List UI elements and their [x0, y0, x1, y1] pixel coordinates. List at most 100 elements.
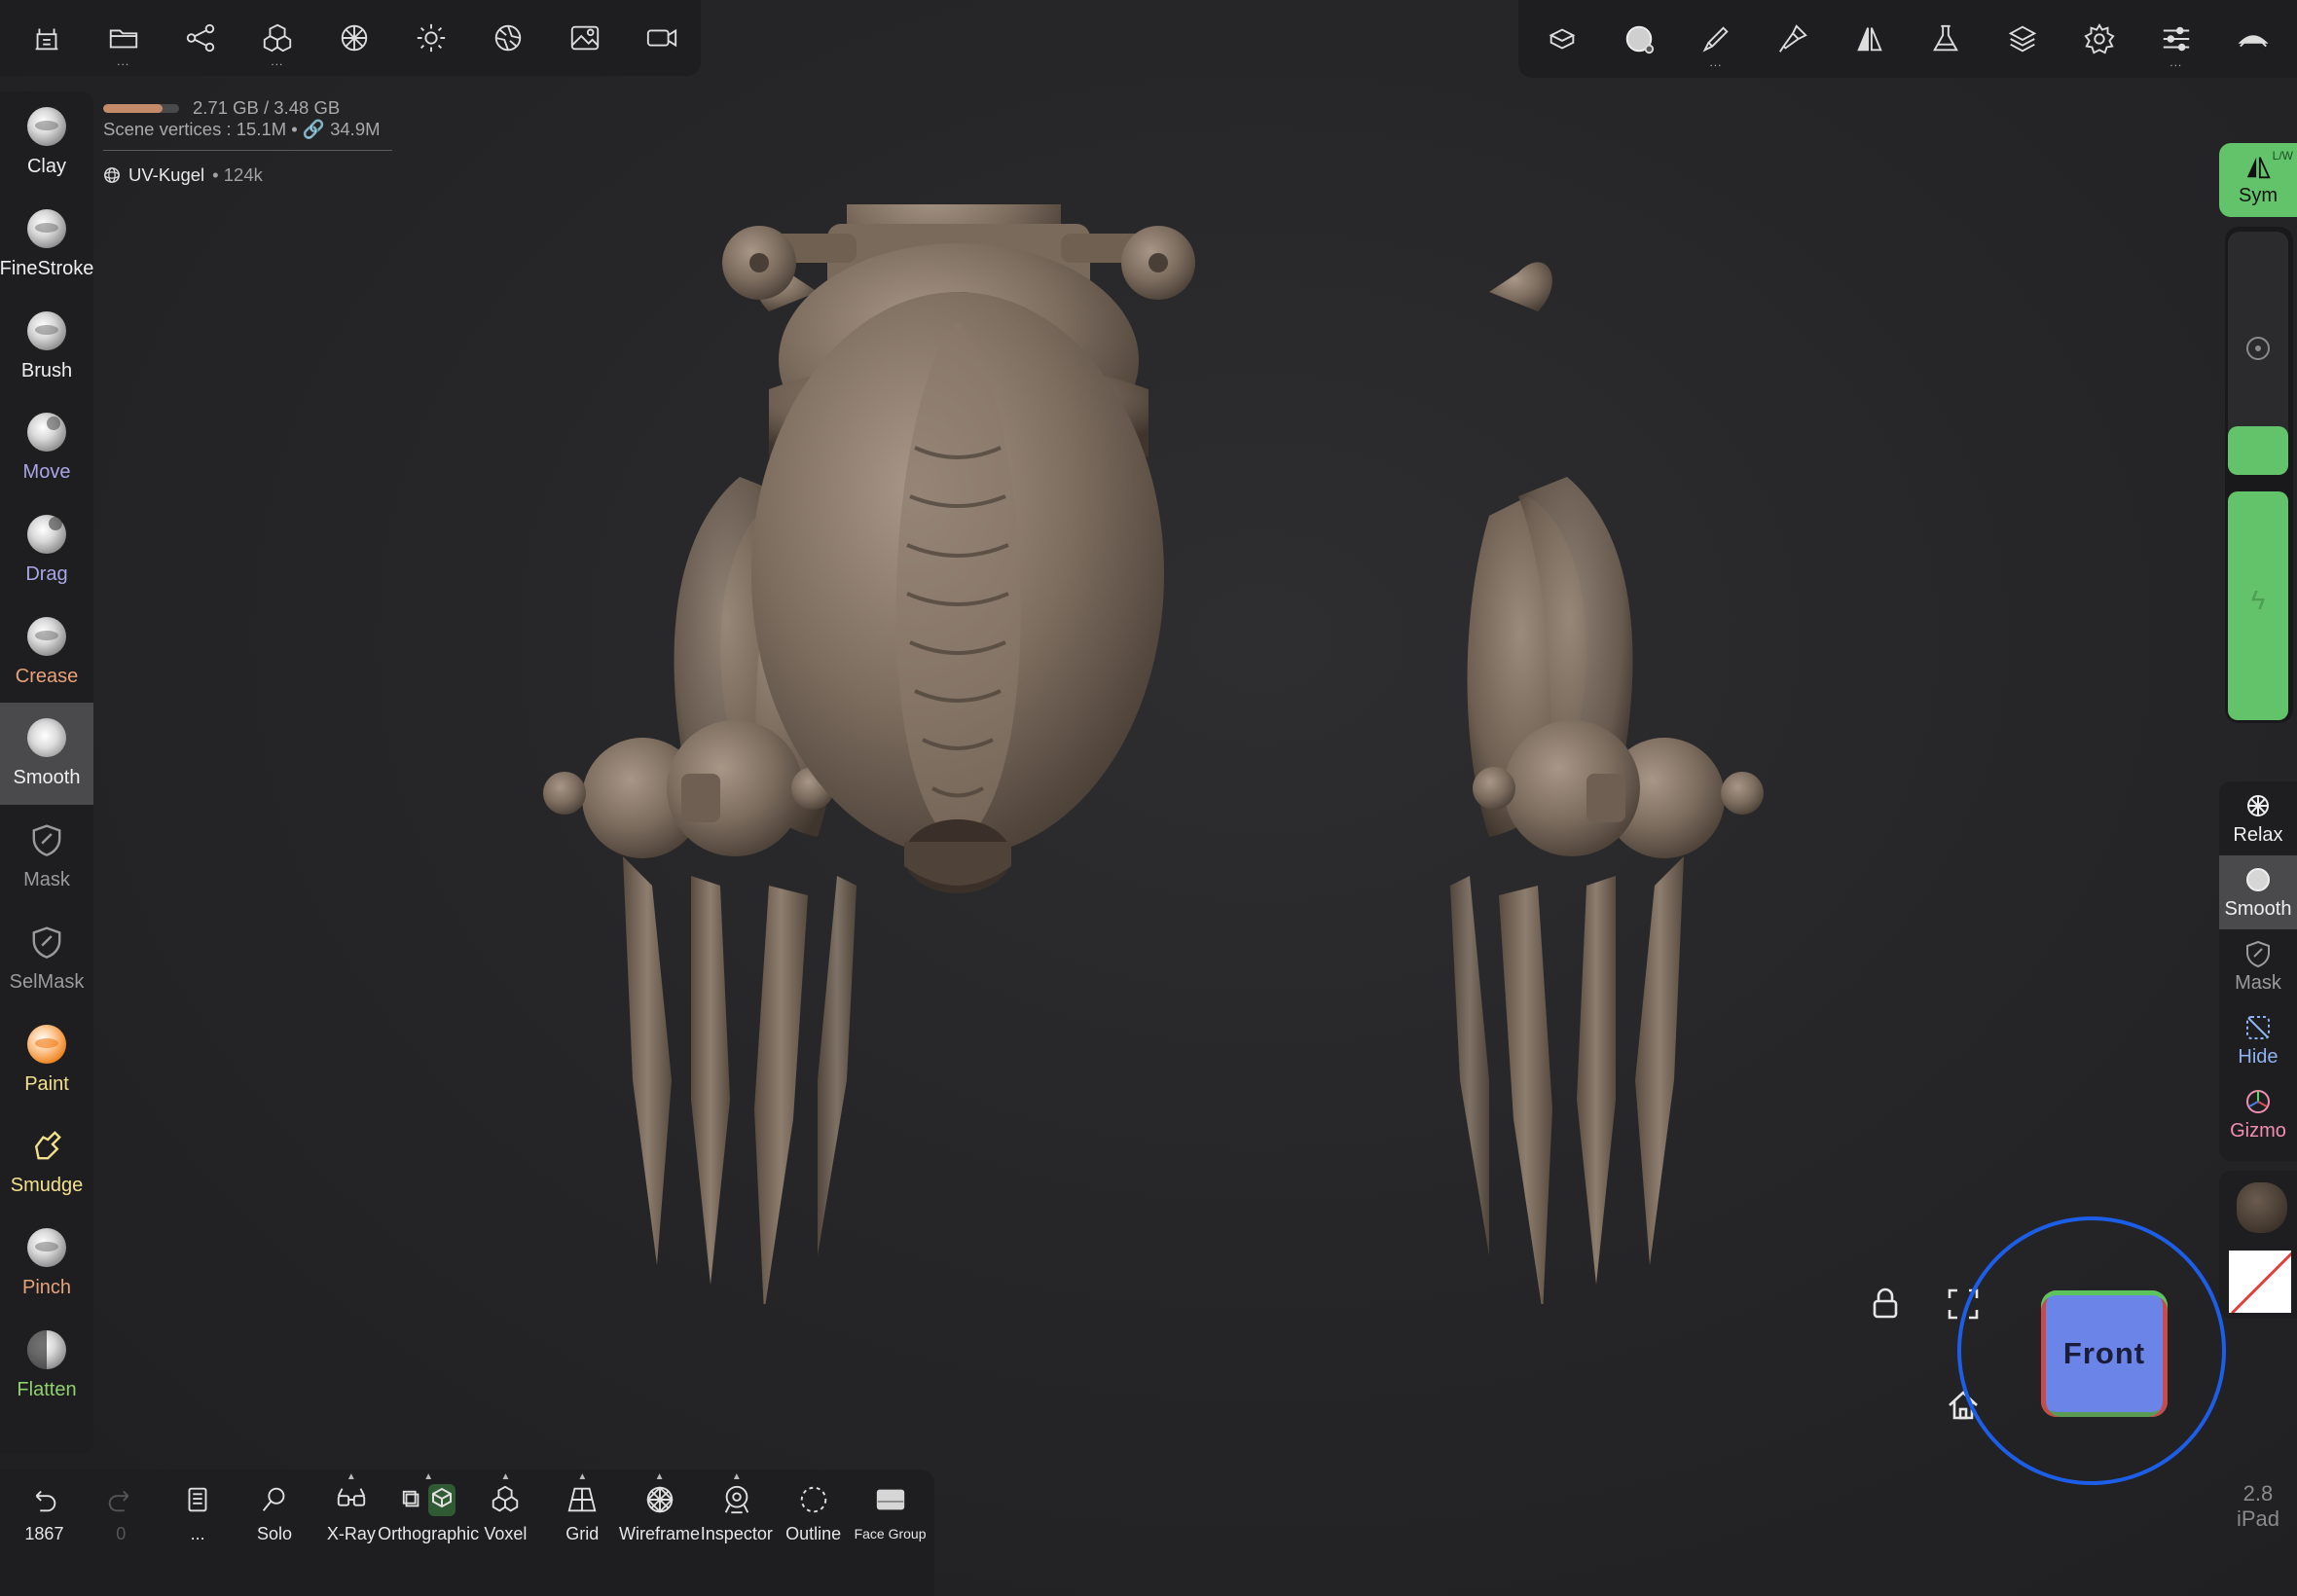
tool-brush-settings-button[interactable] [1524, 1, 1601, 77]
face-group-button[interactable]: Face Group [852, 1469, 929, 1596]
outline-button[interactable]: Outline [775, 1469, 852, 1596]
interface-icon [2238, 35, 2269, 48]
quick-tools-panel: Relax Smooth Mask Hide Gizmo [2219, 781, 2297, 1161]
redo-button[interactable]: 0 [83, 1469, 160, 1596]
quick-tool-hide[interactable]: Hide [2219, 1003, 2297, 1077]
material-button[interactable] [470, 0, 547, 76]
intensity-slider[interactable]: ϟ [2228, 491, 2288, 720]
top-left-toolbar: ...... [0, 0, 701, 76]
tool-drag[interactable]: Drag [0, 499, 93, 601]
wireframe-button[interactable]: ▲ Wireframe [619, 1469, 700, 1596]
orthographic-button[interactable]: ▲ Orthographic [378, 1469, 479, 1596]
smooth-icon [2246, 867, 2270, 891]
solo-search-icon [262, 1487, 285, 1511]
smooth-brush-preview-button[interactable] [1601, 1, 1678, 77]
bottom-tool-label: Solo [256, 1524, 293, 1543]
tool-label: Mask [23, 869, 70, 891]
settings-gear-button[interactable] [2061, 1, 2138, 77]
scene-info: 2.71 GB / 3.48 GB Scene vertices : 15.1M… [103, 97, 392, 186]
face-group-icon [876, 1489, 904, 1510]
tool-smooth[interactable]: Smooth [0, 703, 93, 805]
tool-label: Clay [26, 156, 66, 178]
outline-icon [800, 1486, 826, 1513]
scene-tree-icon [186, 23, 214, 53]
symmetry-button[interactable] [1831, 1, 1908, 77]
tool-label: FineStroke [0, 258, 93, 280]
selmask-shield-icon [27, 923, 66, 961]
no-color-swatch[interactable] [2229, 1251, 2291, 1313]
stroke-button[interactable]: ... [1678, 1, 1755, 77]
quick-tool-smooth[interactable]: Smooth [2219, 855, 2297, 929]
topology-icon [341, 24, 368, 52]
tool-paint[interactable]: Paint [0, 1008, 93, 1110]
tool-clay[interactable]: Clay [0, 91, 93, 194]
voxel-button[interactable]: ▲ Voxel [467, 1469, 544, 1596]
wireframe-icon [645, 1486, 674, 1513]
layers-icon [2008, 25, 2037, 53]
tool-mask[interactable]: Mask [0, 805, 93, 907]
tool-flatten[interactable]: Flatten [0, 1314, 93, 1416]
tool-label: Smudge [10, 1175, 84, 1197]
solo-search-button[interactable]: Solo [237, 1469, 313, 1596]
symmetry-toggle-button[interactable]: L/W Sym [2219, 143, 2297, 217]
topology-button[interactable] [315, 0, 392, 76]
interface-button[interactable] [2214, 1, 2291, 77]
sculpt-viewport-model[interactable] [526, 151, 1781, 1314]
mask-shield-icon [27, 820, 66, 859]
xray-glasses-icon [337, 1488, 366, 1506]
bottom-tool-label: ... [190, 1524, 205, 1543]
tool-move[interactable]: Move [0, 397, 93, 499]
scene-vertices: Scene vertices : 15.1M • 🔗 34.9M [103, 119, 381, 139]
camera-button[interactable] [624, 0, 701, 76]
gizmo-icon [2246, 1089, 2270, 1113]
flask-button[interactable] [1908, 1, 1985, 77]
tool-pinch[interactable]: Pinch [0, 1213, 93, 1315]
version-device: iPad [2236, 1506, 2279, 1531]
layers-button[interactable] [1985, 1, 2061, 77]
quick-tool-relax[interactable]: Relax [2219, 781, 2297, 855]
tool-label: Flatten [17, 1378, 77, 1400]
multiresolution-button[interactable]: ... [238, 0, 315, 76]
radius-slider[interactable] [2228, 232, 2288, 475]
caret-up-icon: ▲ [654, 1471, 665, 1482]
brush-brush-icon [27, 310, 66, 350]
tool-label: Brush [20, 359, 73, 381]
scene-tree-button[interactable] [162, 0, 238, 76]
history-button[interactable]: ... [160, 1469, 237, 1596]
tool-finestroke[interactable]: FineStroke [0, 194, 93, 296]
tool-selmask[interactable]: SelMask [0, 907, 93, 1009]
crease-brush-icon [27, 616, 66, 656]
smooth-brush-preview-icon [1625, 25, 1655, 54]
quick-tool-label: Hide [2238, 1045, 2279, 1068]
material-panel [2219, 1171, 2297, 1319]
undo-button[interactable]: 1867 [6, 1469, 83, 1596]
quick-tool-mask[interactable]: Mask [2219, 929, 2297, 1003]
multiresolution-icon [263, 23, 292, 53]
tool-smudge[interactable]: Smudge [0, 1110, 93, 1213]
caret-up-icon: ▲ [500, 1471, 511, 1482]
lighting-button[interactable] [393, 0, 470, 76]
quick-tool-label: Gizmo [2230, 1119, 2286, 1142]
quick-tool-gizmo[interactable]: Gizmo [2219, 1077, 2297, 1151]
view-cube[interactable]: Front [2041, 1290, 2168, 1417]
painting-button[interactable] [1754, 1, 1831, 77]
bottom-tool-label: Grid [565, 1524, 600, 1543]
tool-crease[interactable]: Crease [0, 600, 93, 703]
grid-button[interactable]: ▲ Grid [544, 1469, 621, 1596]
material-preview[interactable] [2237, 1182, 2287, 1233]
lighting-icon [417, 23, 446, 53]
object-name: UV-Kugel [128, 164, 205, 185]
flatten-brush-icon [27, 1329, 66, 1369]
background-image-button[interactable] [547, 0, 624, 76]
tool-brush[interactable]: Brush [0, 295, 93, 397]
background-image-icon [571, 25, 600, 51]
settings-gear-icon [2084, 22, 2115, 54]
move-brush-icon [27, 413, 66, 453]
sliders-button[interactable]: ... [2137, 1, 2214, 77]
inspector-button[interactable]: ▲ Inspector [698, 1469, 775, 1596]
scene-button[interactable] [8, 0, 85, 76]
flask-icon [1933, 24, 1959, 52]
active-object[interactable]: UV-Kugel • 124k [103, 164, 392, 186]
folder-button[interactable]: ... [85, 0, 162, 76]
lock-icon[interactable] [1868, 1287, 1903, 1326]
